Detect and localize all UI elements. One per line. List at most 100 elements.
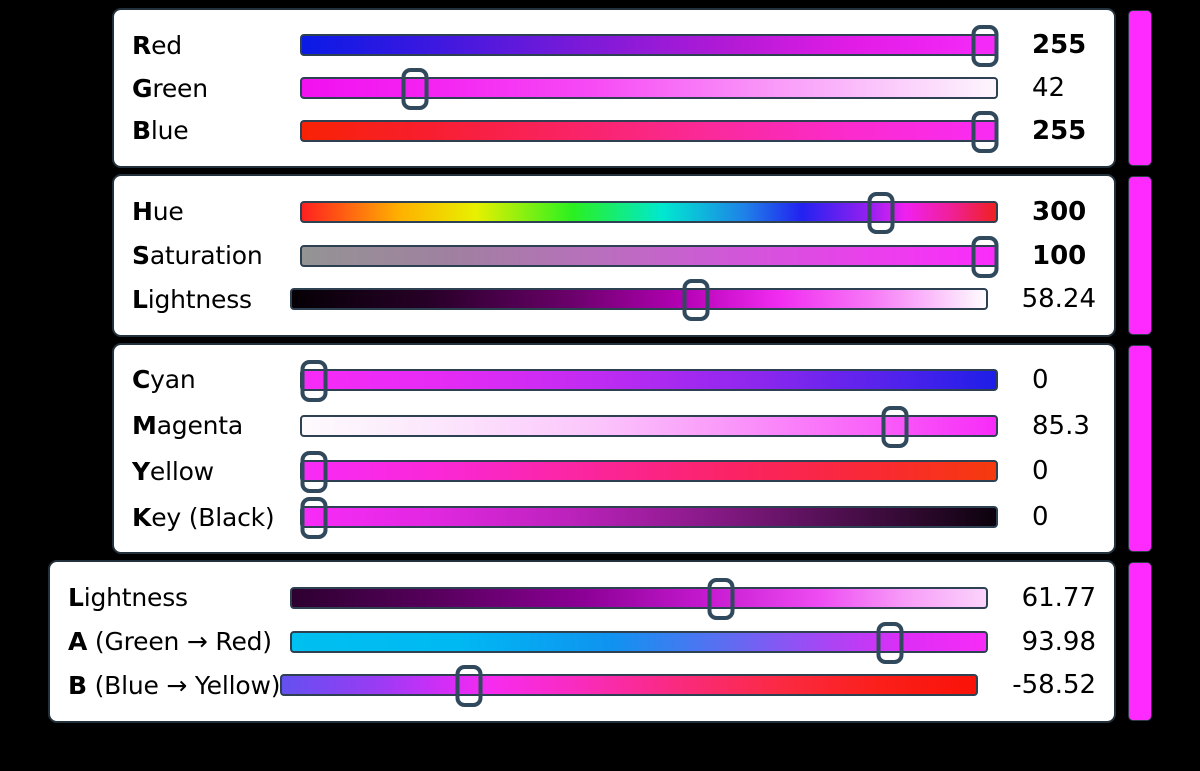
- slider-lab-lightness[interactable]: [289, 577, 988, 620]
- label-rest: aturation: [149, 241, 263, 270]
- slider-lightness[interactable]: [289, 279, 988, 322]
- slider-thumb-red[interactable]: [971, 25, 998, 68]
- label-rest: ightness: [83, 583, 188, 613]
- label-accel-char: M: [132, 411, 157, 441]
- slider-row: Cyan 0: [132, 357, 1096, 403]
- slider-track-red[interactable]: [300, 34, 998, 57]
- label-rest: (Blue → Yellow): [86, 670, 281, 700]
- slider-lab-a[interactable]: [289, 621, 988, 664]
- label-rest: ightness: [147, 284, 252, 314]
- color-preview-cmyk: [1128, 345, 1152, 552]
- slider-lab-b[interactable]: [280, 665, 979, 708]
- slider-track-saturation[interactable]: [300, 244, 998, 267]
- slider-key-black[interactable]: [300, 497, 998, 540]
- slider-yellow[interactable]: [300, 451, 998, 494]
- slider-row: Key (Black) 0: [132, 494, 1096, 540]
- slider-value-hue: 300: [1032, 196, 1087, 227]
- slider-label-yellow: Yellow: [132, 459, 300, 484]
- slider-blue[interactable]: [300, 110, 998, 153]
- slider-label-green: Green: [132, 76, 300, 101]
- slider-row: Saturation 100: [132, 234, 1096, 278]
- slider-label-lab-a: A (Green → Red): [68, 629, 290, 654]
- label-rest: (Green → Red): [87, 627, 272, 656]
- label-accel-char: Y: [132, 456, 150, 486]
- label-accel-char: H: [132, 197, 153, 227]
- slider-track-key-black[interactable]: [300, 506, 998, 529]
- label-accel-char: A: [68, 627, 88, 656]
- slider-value-green: 42: [1032, 73, 1066, 103]
- slider-thumb-lightness[interactable]: [682, 279, 710, 322]
- slider-thumb-lab-a[interactable]: [876, 621, 904, 664]
- panel-cmyk: Cyan 0 Magenta 85.3 Yellow 0 Key (Black)…: [112, 343, 1116, 554]
- slider-track-lab-lightness[interactable]: [289, 586, 988, 609]
- slider-thumb-lab-b[interactable]: [455, 665, 483, 708]
- slider-thumb-saturation[interactable]: [971, 235, 998, 278]
- slider-track-lab-b[interactable]: [280, 674, 979, 697]
- label-rest: yan: [150, 365, 196, 395]
- slider-value-yellow: 0: [1032, 456, 1049, 487]
- slider-row: Blue 255: [132, 109, 1096, 153]
- slider-row: Hue 300: [132, 190, 1096, 234]
- slider-magenta[interactable]: [300, 405, 998, 448]
- slider-saturation[interactable]: [300, 235, 998, 278]
- label-accel-char: L: [68, 583, 84, 613]
- slider-thumb-key-black[interactable]: [300, 497, 327, 540]
- slider-value-key-black: 0: [1032, 502, 1049, 533]
- label-accel-char: C: [132, 365, 151, 395]
- slider-label-magenta: Magenta: [132, 413, 300, 438]
- slider-track-blue[interactable]: [300, 119, 998, 142]
- panel-hsl: Hue 300 Saturation 100 Lightness 58.24: [112, 174, 1116, 337]
- label-rest: ey (Black): [151, 502, 275, 532]
- slider-green[interactable]: [300, 68, 998, 110]
- slider-thumb-yellow[interactable]: [300, 451, 327, 494]
- slider-thumb-magenta[interactable]: [881, 405, 909, 448]
- label-accel-char: B: [132, 116, 151, 146]
- panel-rgb: Red 255 Green 42 Blue 255: [112, 8, 1116, 168]
- panel-lab: Lightness 61.77 A (Green → Red) 93.98 B …: [48, 560, 1116, 723]
- slider-value-blue: 255: [1032, 115, 1087, 146]
- label-rest: agenta: [156, 411, 244, 441]
- slider-row: Magenta 85.3: [132, 403, 1096, 449]
- slider-value-lab-b: -58.52: [1012, 670, 1097, 701]
- slider-label-lab-lightness: Lightness: [68, 585, 290, 610]
- slider-cyan[interactable]: [300, 359, 998, 402]
- slider-thumb-blue[interactable]: [971, 110, 998, 153]
- slider-thumb-cyan[interactable]: [300, 359, 327, 402]
- slider-row: B (Blue → Yellow) -58.52: [68, 663, 1097, 708]
- color-picker-root: Red 255 Green 42 Blue 255 Hue 300 Satura…: [0, 0, 1200, 771]
- slider-thumb-green[interactable]: [401, 68, 429, 110]
- label-rest: ed: [151, 30, 182, 60]
- color-preview-lab: [1128, 562, 1152, 721]
- slider-row: Red 255: [132, 24, 1096, 68]
- slider-value-saturation: 100: [1032, 240, 1087, 271]
- slider-track-lightness[interactable]: [289, 288, 988, 311]
- slider-label-red: Red: [132, 33, 300, 58]
- slider-red[interactable]: [300, 25, 998, 68]
- label-rest: ellow: [149, 456, 214, 486]
- slider-row: Green 42: [132, 67, 1096, 110]
- label-accel-char: S: [132, 241, 150, 270]
- slider-label-lab-b: B (Blue → Yellow): [68, 673, 280, 698]
- slider-thumb-lab-lightness[interactable]: [707, 577, 735, 620]
- label-rest: ue: [152, 197, 184, 227]
- slider-track-yellow[interactable]: [300, 460, 998, 483]
- slider-value-cyan: 0: [1032, 364, 1049, 395]
- slider-row: A (Green → Red) 93.98: [68, 620, 1096, 664]
- slider-value-lightness: 58.24: [1021, 284, 1096, 315]
- label-accel-char: L: [132, 284, 148, 314]
- slider-row: Lightness 58.24: [132, 277, 1096, 322]
- slider-track-cyan[interactable]: [300, 368, 998, 391]
- slider-thumb-hue[interactable]: [867, 191, 895, 234]
- slider-row: Lightness 61.77: [68, 576, 1096, 620]
- slider-label-hue: Hue: [132, 199, 300, 224]
- slider-value-magenta: 85.3: [1032, 410, 1090, 441]
- slider-label-lightness: Lightness: [132, 287, 290, 312]
- label-accel-char: K: [132, 502, 152, 532]
- slider-value-lab-a: 93.98: [1021, 626, 1096, 657]
- label-accel-char: R: [132, 30, 152, 60]
- label-accel-char: G: [132, 73, 153, 103]
- slider-hue[interactable]: [300, 191, 998, 234]
- label-accel-char: B: [68, 670, 87, 700]
- color-preview-hsl: [1128, 176, 1152, 335]
- label-rest: lue: [150, 116, 189, 146]
